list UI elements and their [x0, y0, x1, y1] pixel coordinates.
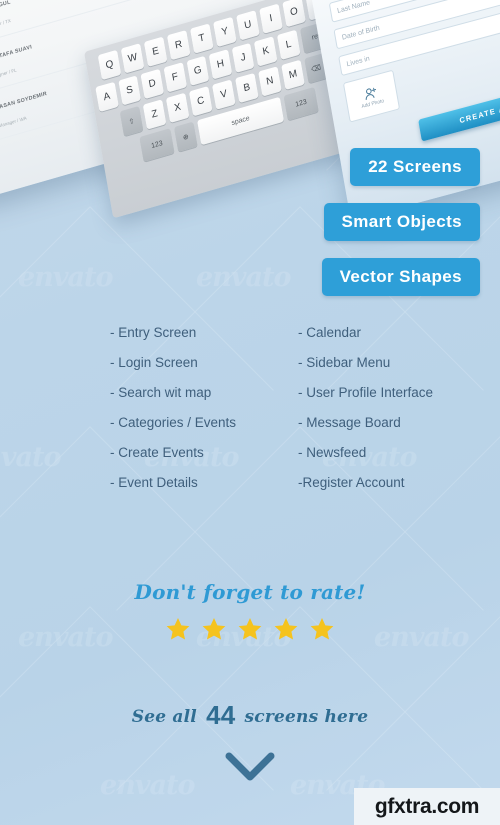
contact-subtitle: Developer / TX [0, 18, 12, 31]
key-d[interactable]: D [140, 68, 164, 99]
feature-entry-screen: - Entry Screen [110, 325, 197, 340]
feature-register: -Register Account [298, 475, 405, 490]
envato-watermark: envato [18, 262, 113, 293]
numbers-key[interactable]: 123 [139, 128, 175, 162]
star-icon[interactable] [165, 616, 191, 642]
key-t[interactable]: T [189, 23, 214, 54]
feature-event-details: - Event Details [110, 475, 198, 490]
feature-list: - Entry Screen - Calendar - Login Screen… [0, 325, 500, 490]
contact-name: MUSTAFA SUAVI [0, 44, 33, 64]
key-f[interactable]: F [163, 62, 187, 93]
chevron-down-icon[interactable] [223, 750, 277, 784]
see-all-prefix: See all [131, 707, 197, 727]
star-rating [0, 616, 500, 642]
feature-search-map: - Search wit map [110, 385, 212, 400]
contact-subtitle: Designer / FL [0, 67, 17, 80]
poster-canvas: envato envato envato envato envato envat… [0, 0, 500, 825]
contact-name: HASAN SOYDEMIR [0, 90, 48, 112]
key-q[interactable]: Q [97, 49, 122, 81]
key-k[interactable]: K [254, 36, 278, 67]
key-i[interactable]: I [259, 3, 283, 34]
key-a[interactable]: A [95, 81, 119, 113]
numbers-key-right[interactable]: 123 [283, 86, 319, 121]
key-x[interactable]: X [165, 92, 190, 123]
badge-vector-shapes: Vector Shapes [321, 258, 480, 296]
gfxtra-watermark: gfxtra.com [354, 788, 500, 825]
feature-login-screen: - Login Screen [110, 355, 198, 370]
contact-name: SERAY GUL [0, 0, 12, 15]
key-h[interactable]: H [208, 49, 233, 80]
key-l[interactable]: L [277, 29, 301, 60]
feature-categories: - Categories / Events [110, 415, 237, 430]
star-icon[interactable] [201, 616, 227, 642]
key-o[interactable]: O [282, 0, 306, 28]
key-j[interactable]: J [231, 42, 255, 73]
feature-sidebar-menu: - Sidebar Menu [298, 355, 391, 370]
globe-icon[interactable]: ⊕ [173, 121, 198, 152]
create-account-button[interactable]: CREATE ACCOUNT [418, 76, 500, 142]
key-w[interactable]: W [120, 43, 145, 74]
envato-watermark: envato [196, 262, 291, 293]
key-c[interactable]: C [188, 86, 213, 117]
key-y[interactable]: Y [213, 16, 237, 48]
see-all-screens-text: See all 44 screens here [0, 700, 500, 731]
key-n[interactable]: N [258, 66, 282, 97]
feature-calendar: - Calendar [298, 325, 362, 340]
rate-call-to-action: Don't forget to rate! [134, 580, 366, 604]
star-icon[interactable] [237, 616, 263, 642]
feature-create-events: - Create Events [110, 445, 204, 460]
key-b[interactable]: B [235, 72, 259, 104]
key-m[interactable]: M [281, 59, 305, 90]
feature-message-board: - Message Board [298, 415, 401, 430]
feature-user-profile: - User Profile Interface [298, 385, 434, 400]
contact-subtitle: Manager / WA [0, 115, 28, 129]
key-g[interactable]: G [186, 55, 210, 86]
key-e[interactable]: E [143, 36, 168, 67]
feature-badge-group: 22 Screens Smart Objects Vector Shapes [321, 148, 480, 296]
shift-key[interactable]: ⇧ [119, 105, 144, 137]
see-all-suffix: screens here [244, 707, 369, 727]
add-photo-button[interactable]: Add Photo [342, 69, 401, 123]
key-v[interactable]: V [212, 79, 236, 110]
key-z[interactable]: Z [142, 99, 167, 130]
scroll-down-indicator[interactable] [0, 750, 500, 784]
feature-newsfeed: - Newsfeed [298, 445, 367, 460]
key-u[interactable]: U [236, 10, 260, 41]
star-icon[interactable] [309, 616, 335, 642]
star-icon[interactable] [273, 616, 299, 642]
badge-screens: 22 Screens [350, 148, 480, 186]
key-s[interactable]: S [117, 75, 142, 106]
see-all-number: 44 [206, 700, 236, 730]
badge-smart-objects: Smart Objects [323, 203, 480, 241]
key-r[interactable]: R [166, 29, 191, 61]
